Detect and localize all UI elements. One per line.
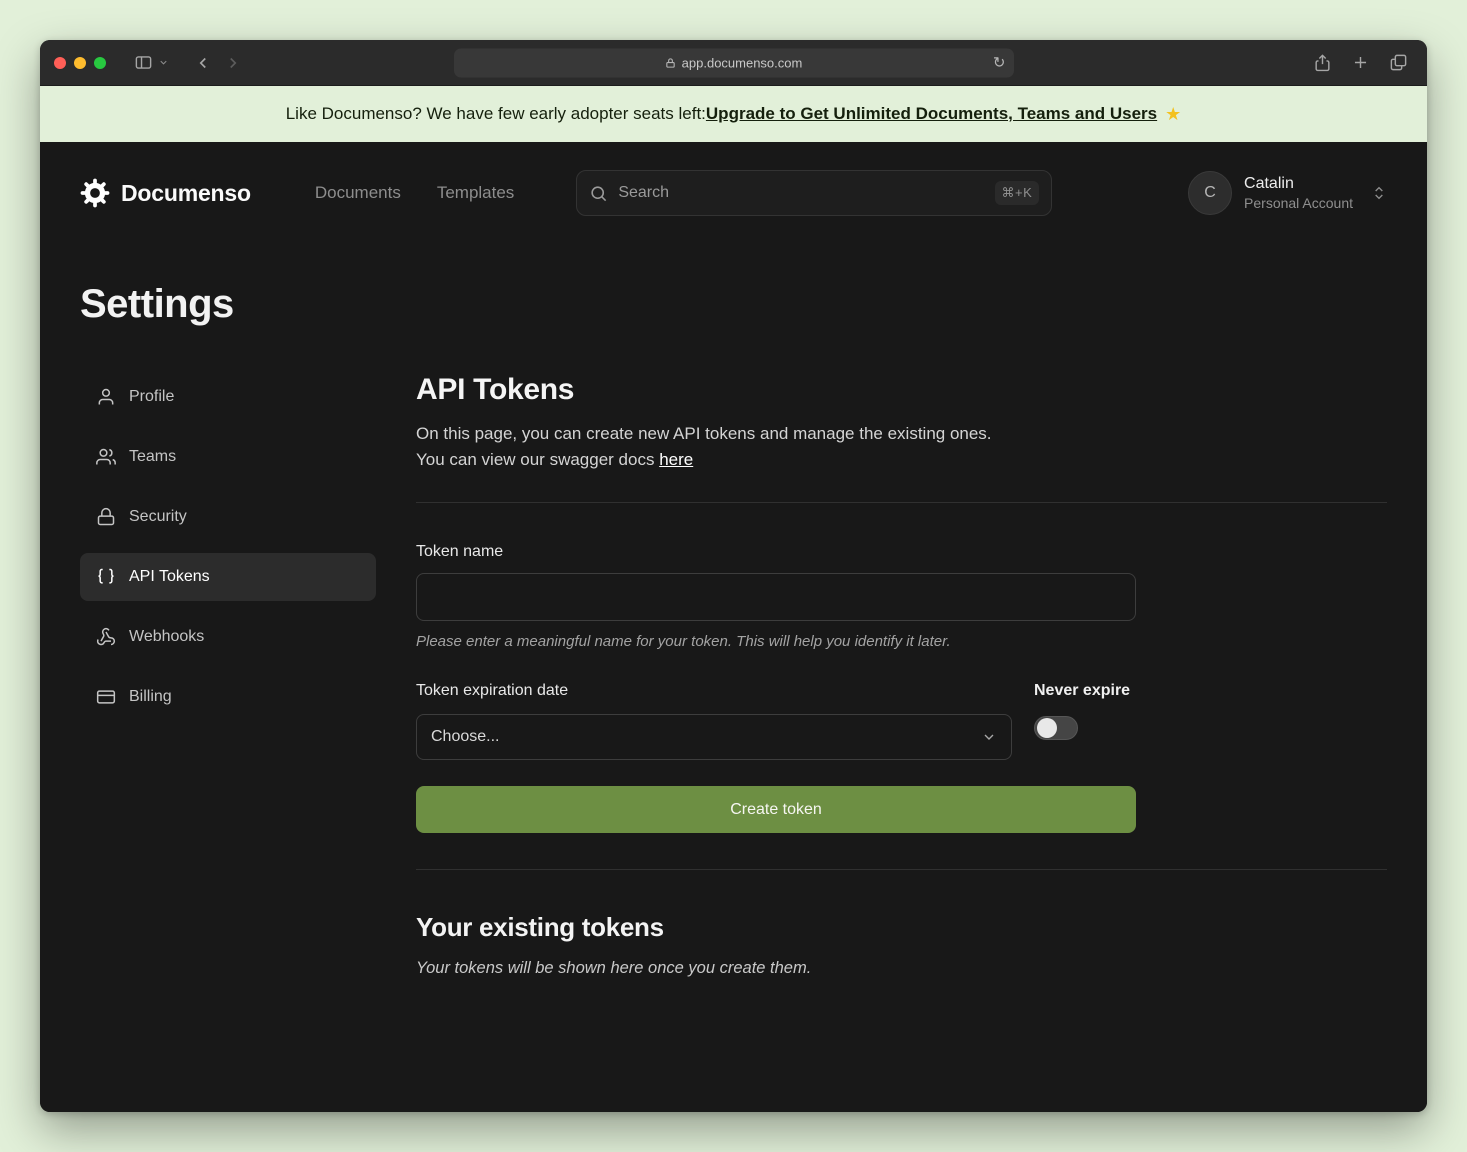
brand[interactable]: Documenso (80, 178, 251, 208)
user-menu[interactable]: C Catalin Personal Account (1188, 171, 1387, 215)
existing-tokens-section: Your existing tokens Your tokens will be… (416, 912, 1387, 978)
lock-icon (96, 507, 116, 527)
sidebar-item-security[interactable]: Security (80, 493, 376, 541)
token-name-input[interactable] (416, 573, 1136, 621)
app-header: Documenso Documents Templates ⌘+K C Cata… (40, 142, 1427, 240)
settings-layout: Profile Teams Security (40, 327, 1427, 978)
close-window-button[interactable] (54, 57, 66, 69)
documenso-logo-icon (80, 178, 110, 208)
expiration-label: Token expiration date (416, 682, 1012, 700)
divider (416, 869, 1387, 870)
search-bar[interactable]: ⌘+K (576, 170, 1052, 216)
main-nav: Documents Templates (315, 183, 514, 203)
user-meta: Catalin Personal Account (1244, 175, 1353, 211)
traffic-lights (54, 57, 106, 69)
sidebar-item-label: Webhooks (129, 628, 204, 646)
sidebar-item-webhooks[interactable]: Webhooks (80, 613, 376, 661)
toggle-knob (1037, 718, 1057, 738)
nav-documents[interactable]: Documents (315, 183, 401, 203)
upgrade-link[interactable]: Upgrade to Get Unlimited Documents, Team… (706, 104, 1157, 124)
user-icon (96, 387, 116, 407)
sidebar-item-label: Profile (129, 388, 174, 406)
search-shortcut-badge: ⌘+K (995, 181, 1040, 205)
avatar: C (1188, 171, 1232, 215)
create-token-button[interactable]: Create token (416, 786, 1136, 833)
brand-name: Documenso (121, 180, 251, 207)
braces-icon (96, 567, 116, 587)
ssl-lock-icon (665, 57, 676, 68)
sidebar-item-api-tokens[interactable]: API Tokens (80, 553, 376, 601)
description-line1: On this page, you can create new API tok… (416, 424, 992, 443)
search-icon (589, 184, 608, 203)
browser-window: app.documenso.com ↻ Like Documenso? We h… (40, 40, 1427, 1112)
promo-banner: Like Documenso? We have few early adopte… (40, 86, 1427, 142)
section-description: On this page, you can create new API tok… (416, 421, 1387, 472)
swagger-docs-link[interactable]: here (659, 450, 693, 469)
refresh-icon[interactable]: ↻ (993, 55, 1006, 70)
url-text: app.documenso.com (682, 55, 803, 70)
nav-templates[interactable]: Templates (437, 183, 514, 203)
expiration-selected-value: Choose... (431, 728, 499, 746)
new-tab-icon[interactable] (1345, 48, 1375, 78)
never-expire-label: Never expire (1034, 682, 1130, 700)
existing-tokens-empty-text: Your tokens will be shown here once you … (416, 959, 1387, 978)
browser-toolbar: app.documenso.com ↻ (40, 40, 1427, 86)
api-tokens-panel: API Tokens On this page, you can create … (416, 373, 1387, 978)
user-account-type: Personal Account (1244, 195, 1353, 211)
share-icon[interactable] (1307, 48, 1337, 78)
sidebar-toggle-icon[interactable] (128, 48, 158, 78)
back-button[interactable] (188, 48, 218, 78)
sidebar-item-label: API Tokens (129, 568, 210, 586)
chevron-down-icon (981, 729, 997, 745)
section-title: API Tokens (416, 373, 1387, 407)
users-icon (96, 447, 116, 467)
minimize-window-button[interactable] (74, 57, 86, 69)
webhook-icon (96, 627, 116, 647)
sidebar-chevron-icon[interactable] (158, 48, 172, 78)
promo-text: Like Documenso? We have few early adopte… (286, 104, 706, 124)
star-icon: ★ (1165, 104, 1181, 125)
existing-tokens-title: Your existing tokens (416, 912, 1387, 943)
app-content: Documenso Documents Templates ⌘+K C Cata… (40, 142, 1427, 1112)
description-line2: You can view our swagger docs (416, 450, 659, 469)
sidebar-item-label: Billing (129, 688, 172, 706)
url-bar[interactable]: app.documenso.com ↻ (454, 48, 1014, 77)
sidebar-item-billing[interactable]: Billing (80, 673, 376, 721)
token-name-label: Token name (416, 543, 1136, 561)
settings-sidebar: Profile Teams Security (80, 373, 376, 978)
chevron-up-down-icon (1371, 185, 1387, 201)
sidebar-item-label: Teams (129, 448, 176, 466)
sidebar-item-label: Security (129, 508, 187, 526)
search-input[interactable] (618, 184, 984, 202)
user-name: Catalin (1244, 175, 1353, 193)
zoom-window-button[interactable] (94, 57, 106, 69)
credit-card-icon (96, 687, 116, 707)
token-name-helper: Please enter a meaningful name for your … (416, 633, 1136, 650)
divider (416, 502, 1387, 503)
tab-overview-icon[interactable] (1383, 48, 1413, 78)
sidebar-item-teams[interactable]: Teams (80, 433, 376, 481)
expiration-select[interactable]: Choose... (416, 714, 1012, 760)
never-expire-toggle[interactable] (1034, 716, 1078, 740)
forward-button[interactable] (218, 48, 248, 78)
sidebar-item-profile[interactable]: Profile (80, 373, 376, 421)
page-title: Settings (40, 240, 1427, 327)
